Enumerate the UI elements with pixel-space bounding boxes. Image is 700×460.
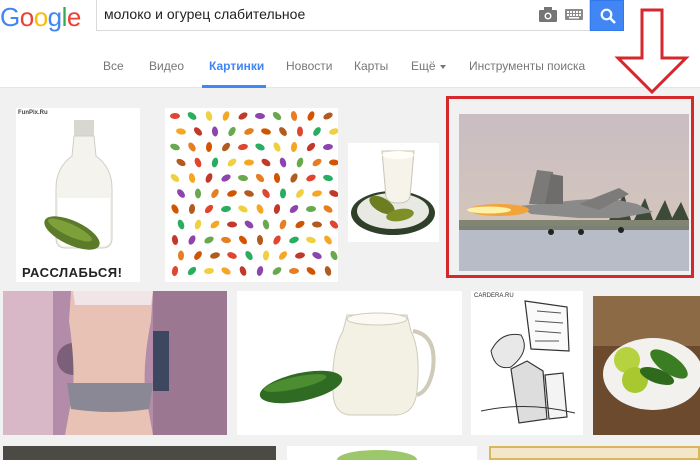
search-box [96,0,590,31]
food-item [170,113,180,119]
milk-glass-image [348,143,439,242]
food-item [178,250,184,261]
poster-caption: РАССЛАБЬСЯ! [22,265,123,280]
keyboard-icon[interactable] [565,9,583,20]
image-result-milk-glass-pickles[interactable] [348,143,439,242]
image-result-row3-2[interactable] [287,446,477,460]
tab-images[interactable]: Картинки [209,59,264,73]
annotation-arrow [614,8,690,94]
google-logo[interactable]: Google [0,2,81,33]
food-pattern-image [165,108,338,282]
image-result-milk-pickle-poster[interactable]: FunPix.Ru РАССЛАБЬСЯ! [16,108,140,282]
chevron-down-icon [439,64,446,69]
milk-bottle-image [16,108,140,282]
image-result-food-pattern[interactable] [165,108,338,282]
tab-maps[interactable]: Карты [354,59,388,73]
tab-video[interactable]: Видео [149,59,184,73]
image-result-row3-3[interactable] [489,446,700,460]
salad-image [337,450,417,460]
cartoon-header: CARDERA.RU [474,293,514,299]
tab-more[interactable]: Ещё [411,59,446,73]
tab-news[interactable]: Новости [286,59,332,73]
tab-all[interactable]: Все [103,59,124,73]
camera-icon[interactable] [539,7,557,22]
header-bar: Google Все Видео Картинки Новости К [0,0,700,88]
image-result-milk-jug-cucumber[interactable] [237,291,462,435]
image-result-limes-cucumbers[interactable] [593,296,700,435]
milk-jug-image [237,291,462,435]
cartoon-image [471,291,583,435]
annotation-highlight-box [446,96,694,278]
watermark: FunPix.Ru [18,110,48,116]
search-input[interactable] [104,6,524,22]
woman-torso-image [3,291,227,435]
active-tab-indicator [202,85,266,88]
tab-search-tools[interactable]: Инструменты поиска [469,59,585,73]
limes-image [593,296,700,435]
image-result-woman-torso[interactable] [3,291,227,435]
image-result-row3-1[interactable] [3,446,276,460]
image-result-cartoon[interactable]: CARDERA.RU [471,291,583,435]
